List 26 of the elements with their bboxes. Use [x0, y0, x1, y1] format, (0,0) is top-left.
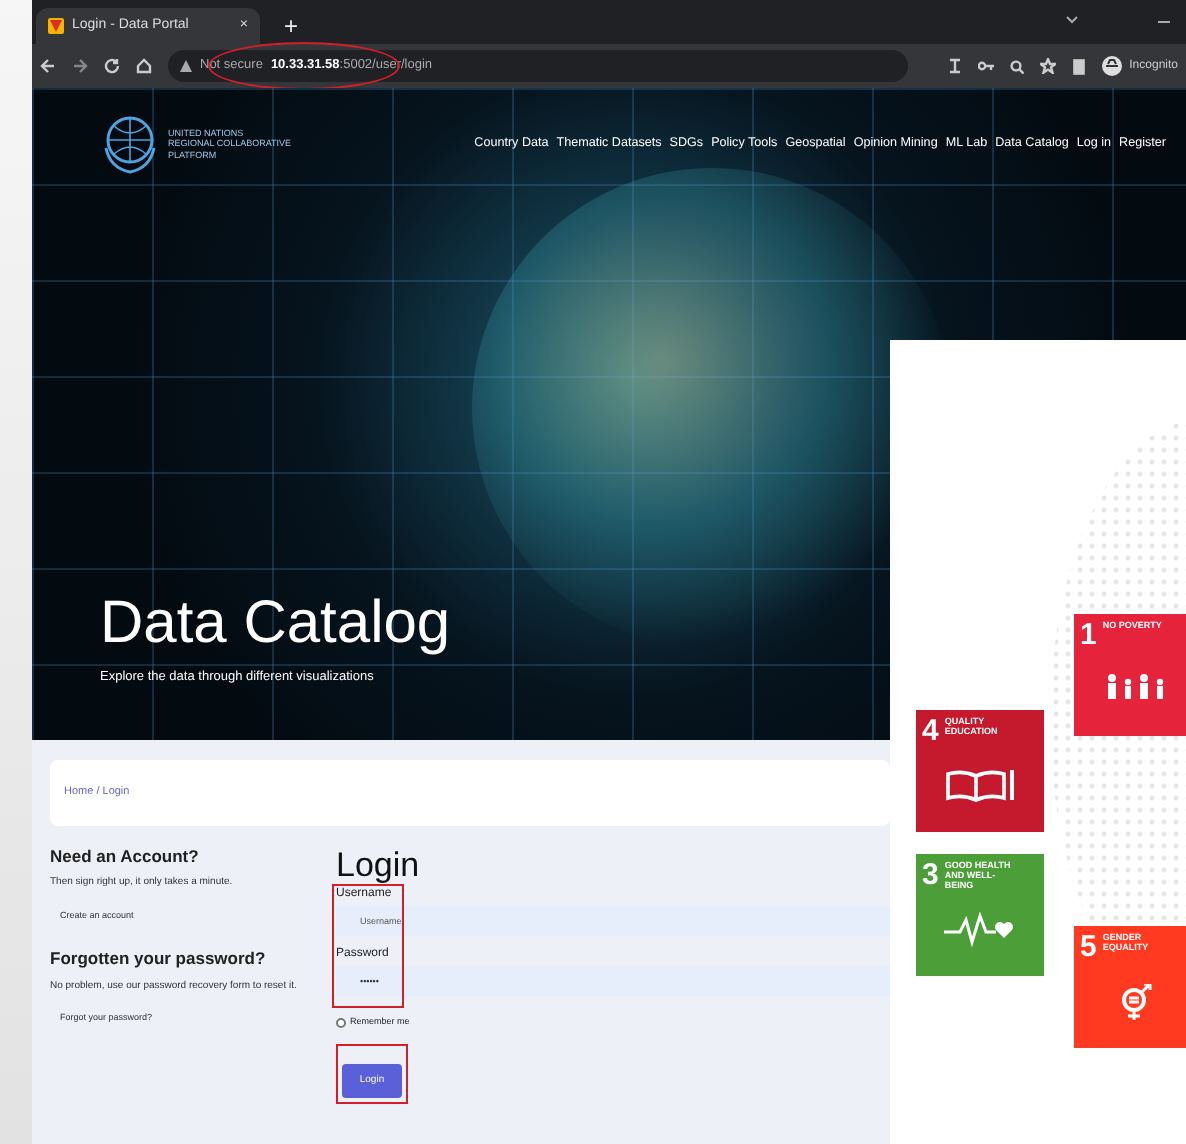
tile-number: 1 — [1080, 620, 1097, 650]
incognito-icon — [1101, 56, 1122, 76]
home-icon[interactable] — [136, 58, 152, 74]
panel-icon[interactable] — [1071, 57, 1086, 75]
forward-arrow-icon[interactable] — [72, 58, 88, 74]
page-title: Data Catalog — [100, 590, 451, 657]
tile-number: 4 — [922, 716, 939, 746]
back-arrow-icon[interactable] — [40, 58, 56, 74]
star-icon[interactable] — [1039, 58, 1056, 74]
book-icon — [944, 768, 1016, 804]
favicon-icon — [48, 18, 64, 34]
login-title: Login — [336, 846, 420, 886]
section-heading: Need an Account? — [50, 846, 201, 867]
heartbeat-icon — [944, 912, 1016, 949]
reload-icon[interactable] — [104, 58, 120, 74]
checkbox[interactable] — [336, 1017, 346, 1028]
chevron-down-icon — [1066, 16, 1078, 24]
emblem-icon — [100, 112, 160, 176]
section-heading: Forgotten your password? — [50, 948, 268, 970]
minimize-icon[interactable] — [1158, 16, 1170, 28]
tile-number: 3 — [922, 860, 939, 892]
search-icon[interactable] — [1009, 59, 1024, 73]
new-tab-button[interactable]: + — [272, 12, 311, 44]
tile-number: 5 — [1080, 932, 1097, 962]
key-icon[interactable] — [977, 60, 994, 72]
warning-icon — [180, 60, 192, 72]
